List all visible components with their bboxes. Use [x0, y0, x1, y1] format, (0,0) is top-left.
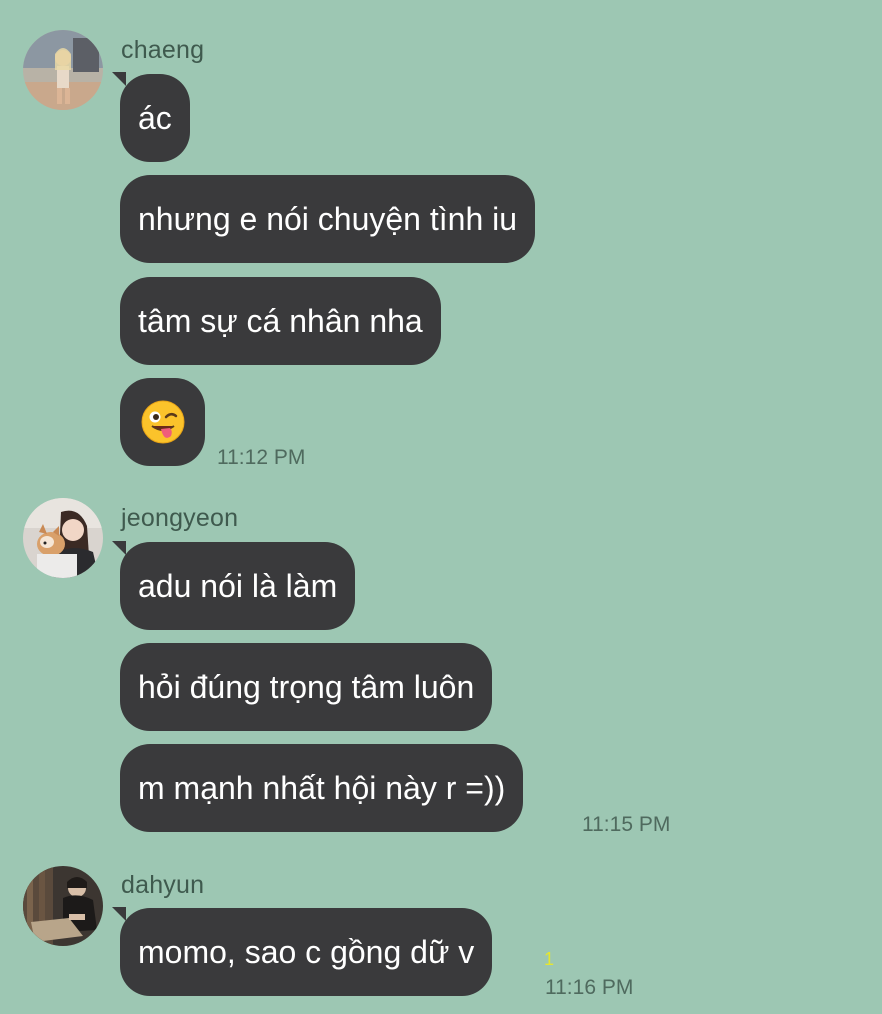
- message-bubble[interactable]: nhưng e nói chuyện tình iu: [120, 175, 536, 263]
- message-timestamp: 11:16 PM: [545, 976, 634, 999]
- bubble-tail: [112, 907, 126, 921]
- message-bubble[interactable]: momo, sao c gồng dữ v: [120, 908, 493, 996]
- emoji-message-bubble[interactable]: [120, 378, 205, 466]
- message-timestamp: 11:15 PM: [582, 813, 671, 836]
- message-bubble[interactable]: adu nói là làm: [120, 542, 356, 630]
- sender-name: dahyun: [121, 871, 205, 899]
- avatar-dahyun[interactable]: [23, 866, 103, 946]
- bubble-tail: [112, 541, 126, 555]
- message-bubble[interactable]: ác: [120, 74, 190, 162]
- sender-name: chaeng: [121, 36, 205, 64]
- avatar-chaeng[interactable]: [23, 30, 103, 110]
- message-timestamp: 11:12 PM: [217, 446, 306, 469]
- sender-name: jeongyeon: [121, 504, 239, 532]
- bubble-tail: [112, 72, 126, 86]
- winking-face-with-tongue-icon: [141, 400, 184, 444]
- avatar-jeongyeon[interactable]: [23, 498, 103, 578]
- message-bubble[interactable]: m mạnh nhất hội này r =)): [120, 744, 524, 832]
- message-bubble[interactable]: tâm sự cá nhân nha: [120, 277, 441, 365]
- unread-count: 1: [544, 949, 555, 969]
- message-bubble[interactable]: hỏi đúng trọng tâm luôn: [120, 643, 493, 731]
